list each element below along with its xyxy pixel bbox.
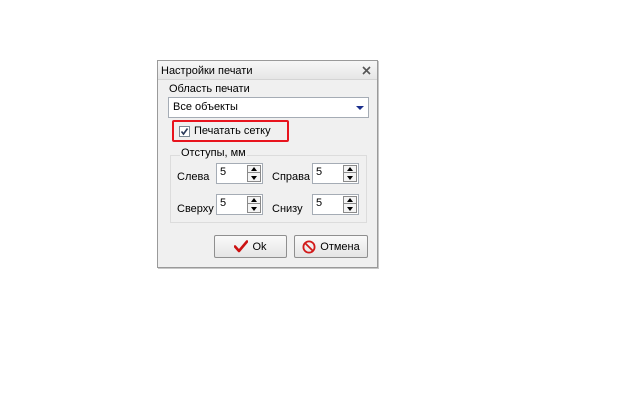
margin-top-spin-buttons bbox=[247, 196, 261, 213]
margin-bottom-spin-buttons bbox=[343, 196, 357, 213]
print-area-value: Все объекты bbox=[173, 101, 238, 113]
print-settings-dialog: Настройки печати Область печати Все объе… bbox=[157, 60, 378, 268]
arrow-down-icon bbox=[251, 175, 257, 180]
spin-down-button[interactable] bbox=[248, 205, 260, 212]
margin-bottom-stepper[interactable]: 5 bbox=[312, 194, 359, 215]
margin-left-value[interactable]: 5 bbox=[220, 166, 226, 178]
arrow-up-icon bbox=[347, 198, 353, 202]
spin-up-button[interactable] bbox=[248, 197, 260, 204]
margin-bottom-label: Снизу bbox=[272, 203, 303, 215]
margin-bottom-value[interactable]: 5 bbox=[316, 197, 322, 209]
ok-button[interactable]: Ok bbox=[214, 235, 287, 258]
margin-right-spin-buttons bbox=[343, 165, 357, 182]
spin-down-button[interactable] bbox=[248, 174, 260, 181]
print-area-label: Область печати bbox=[169, 83, 250, 95]
title-bar[interactable]: Настройки печати bbox=[158, 61, 377, 80]
spin-up-button[interactable] bbox=[344, 166, 356, 173]
arrow-down-icon bbox=[347, 175, 353, 180]
spin-down-button[interactable] bbox=[344, 174, 356, 181]
arrow-down-icon bbox=[347, 206, 353, 211]
chevron-down-icon[interactable] bbox=[356, 106, 364, 110]
print-grid-highlight: Печатать сетку bbox=[172, 120, 289, 142]
ok-button-label: Ok bbox=[252, 240, 267, 253]
close-button[interactable] bbox=[360, 64, 373, 76]
margin-top-label: Сверху bbox=[177, 203, 214, 215]
arrow-up-icon bbox=[347, 167, 353, 171]
print-grid-label[interactable]: Печатать сетку bbox=[194, 125, 271, 137]
no-entry-icon bbox=[302, 240, 316, 253]
print-grid-checkbox[interactable] bbox=[179, 126, 190, 137]
dialog-title: Настройки печати bbox=[161, 65, 253, 77]
margins-group-label: Отступы, мм bbox=[180, 147, 247, 159]
arrow-up-icon bbox=[251, 198, 257, 202]
margin-top-stepper[interactable]: 5 bbox=[216, 194, 263, 215]
margin-right-value[interactable]: 5 bbox=[316, 166, 322, 178]
margin-left-label: Слева bbox=[177, 171, 210, 183]
arrow-up-icon bbox=[251, 167, 257, 171]
spin-down-button[interactable] bbox=[344, 205, 356, 212]
margin-top-value[interactable]: 5 bbox=[220, 197, 226, 209]
margin-left-stepper[interactable]: 5 bbox=[216, 163, 263, 184]
spin-up-button[interactable] bbox=[344, 197, 356, 204]
cancel-button-label: Отмена bbox=[320, 240, 360, 253]
print-area-select[interactable]: Все объекты bbox=[168, 97, 369, 118]
margin-right-label: Справа bbox=[272, 171, 310, 183]
arrow-down-icon bbox=[251, 206, 257, 211]
red-checkmark-icon bbox=[234, 240, 249, 253]
cancel-button[interactable]: Отмена bbox=[294, 235, 368, 258]
spin-up-button[interactable] bbox=[248, 166, 260, 173]
checkmark-icon bbox=[180, 128, 189, 136]
margin-right-stepper[interactable]: 5 bbox=[312, 163, 359, 184]
close-icon bbox=[362, 65, 371, 75]
margin-left-spin-buttons bbox=[247, 165, 261, 182]
